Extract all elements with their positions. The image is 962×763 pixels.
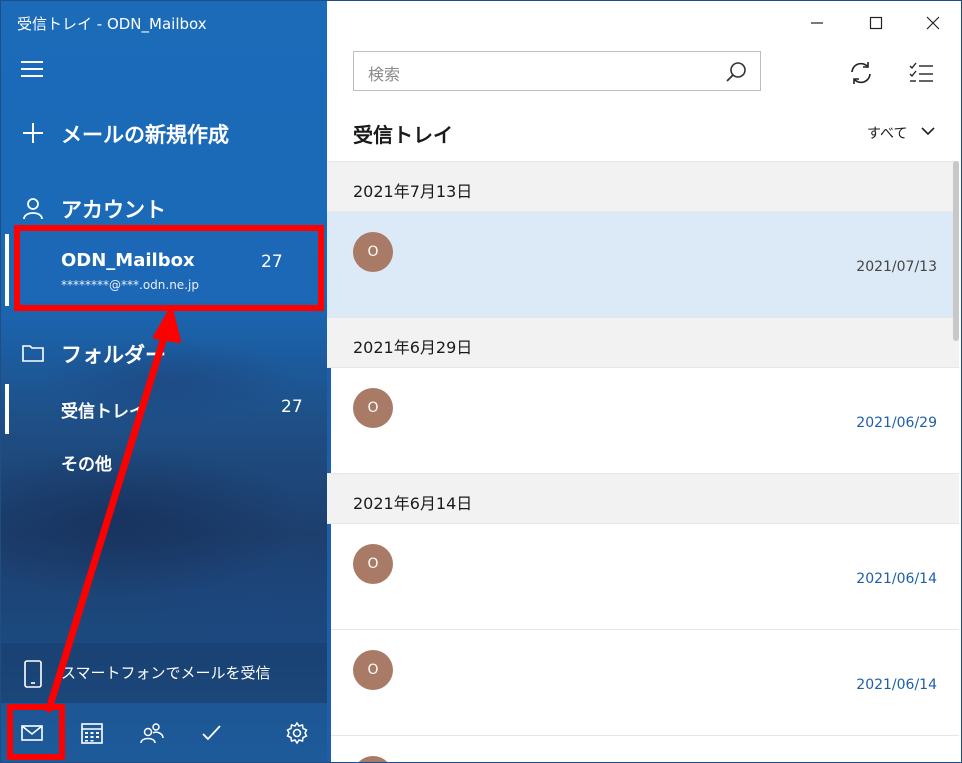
- unread-indicator: [327, 736, 331, 762]
- message-date: 2021/07/13: [856, 259, 937, 275]
- filter-dropdown[interactable]: すべて: [867, 123, 907, 143]
- accounts-label: アカウント: [61, 198, 166, 222]
- maximize-icon[interactable]: [864, 11, 888, 35]
- message-item[interactable]: O 2021/06/29: [327, 368, 959, 474]
- search-icon[interactable]: [724, 60, 748, 84]
- unread-indicator: [327, 630, 331, 736]
- message-item[interactable]: [327, 736, 959, 762]
- unread-indicator: [327, 368, 331, 474]
- minimize-icon[interactable]: [805, 11, 829, 35]
- message-date: 2021/06/14: [856, 677, 937, 693]
- sender-avatar: [353, 756, 393, 762]
- chevron-down-icon[interactable]: [919, 122, 937, 140]
- date-group-label: 2021年6月29日: [353, 338, 473, 357]
- settings-icon[interactable]: [285, 721, 309, 745]
- get-mail-on-phone-link[interactable]: スマートフォンでメールを受信: [1, 643, 327, 703]
- folder-label: 受信トレイ: [61, 402, 146, 422]
- folder-selection-indicator: [5, 384, 9, 434]
- new-mail-label: メールの新規作成: [61, 123, 229, 147]
- folder-label: その他: [61, 455, 112, 475]
- new-mail-button[interactable]: メールの新規作成: [1, 121, 327, 147]
- message-list-pane: 検索 受信トレイ すべて 2021年7月13日 O 2021/07/13 202…: [327, 1, 961, 762]
- scrollbar[interactable]: [953, 161, 959, 341]
- folder-item-other[interactable]: その他: [1, 437, 327, 487]
- plus-icon: [21, 121, 45, 145]
- people-icon[interactable]: [140, 721, 164, 745]
- sidebar: 受信トレイ - ODN_Mailbox メールの新規作成 アカウント ODN_M…: [1, 1, 327, 762]
- phone-label: スマートフォンでメールを受信: [61, 664, 271, 682]
- sender-avatar: O: [353, 232, 393, 272]
- folder-item-inbox[interactable]: 受信トレイ 27: [1, 384, 327, 434]
- search-placeholder: 検索: [368, 65, 401, 84]
- person-icon: [23, 198, 43, 220]
- phone-icon: [24, 660, 42, 688]
- date-group-header: 2021年6月14日: [327, 473, 959, 524]
- accounts-header[interactable]: アカウント: [1, 196, 327, 222]
- folders-label: フォルダー: [61, 343, 166, 367]
- sender-avatar: O: [353, 650, 393, 690]
- window-title: 受信トレイ - ODN_Mailbox: [17, 15, 207, 33]
- todo-icon[interactable]: [200, 721, 224, 745]
- annotation-box-mail: [7, 704, 65, 760]
- folder-count: 27: [281, 397, 303, 417]
- date-group-label: 2021年7月13日: [353, 182, 473, 201]
- date-group-label: 2021年6月14日: [353, 494, 473, 513]
- folder-title: 受信トレイ: [353, 123, 453, 147]
- sender-avatar: O: [353, 388, 393, 428]
- message-item[interactable]: O 2021/07/13: [327, 212, 959, 318]
- message-item[interactable]: O 2021/06/14: [327, 524, 959, 630]
- folder-icon: [22, 345, 44, 362]
- selection-mode-icon[interactable]: [907, 59, 935, 87]
- sender-avatar: O: [353, 544, 393, 584]
- folders-header[interactable]: フォルダー: [1, 341, 327, 367]
- message-date: 2021/06/14: [856, 571, 937, 587]
- unread-indicator: [327, 524, 331, 630]
- close-icon[interactable]: [921, 11, 945, 35]
- message-item[interactable]: O 2021/06/14: [327, 630, 959, 736]
- message-date: 2021/06/29: [856, 415, 937, 431]
- mail-app-window: 受信トレイ - ODN_Mailbox メールの新規作成 アカウント ODN_M…: [0, 0, 962, 763]
- calendar-icon[interactable]: [80, 721, 104, 745]
- sync-icon[interactable]: [847, 59, 875, 87]
- annotation-box-account: [14, 225, 324, 311]
- date-group-header: 2021年7月13日: [327, 161, 959, 212]
- hamburger-menu-icon[interactable]: [21, 61, 43, 79]
- search-input[interactable]: 検索: [353, 51, 761, 91]
- date-group-header: 2021年6月29日: [327, 317, 959, 368]
